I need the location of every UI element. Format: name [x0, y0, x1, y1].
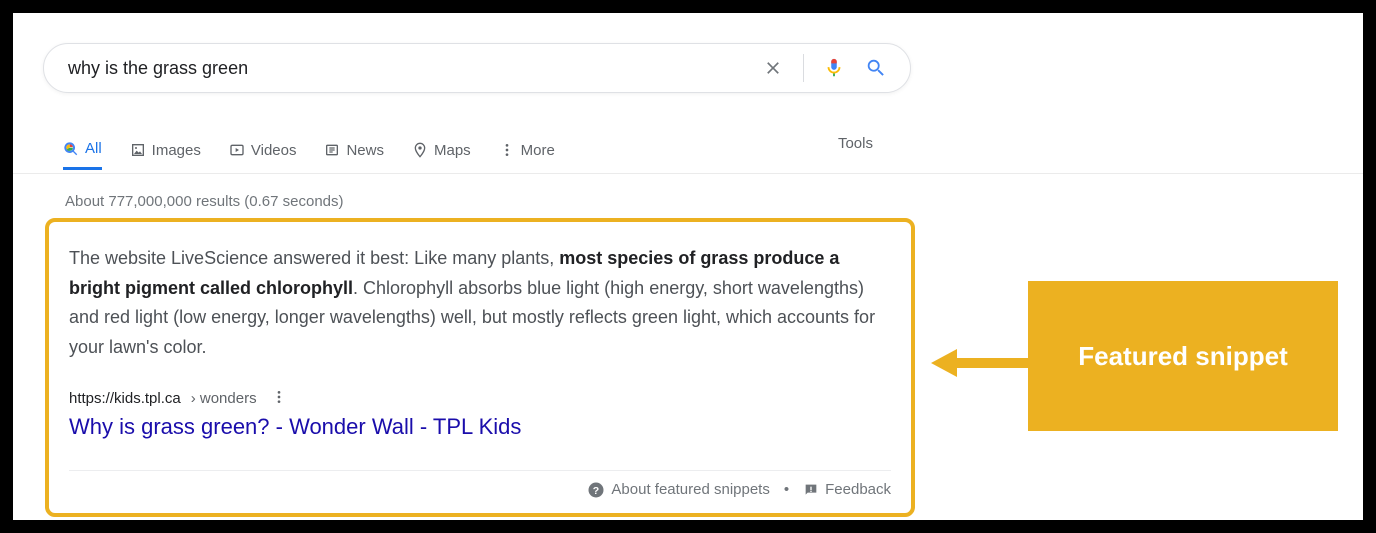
- result-stats: About 777,000,000 results (0.67 seconds): [65, 193, 344, 210]
- tab-maps[interactable]: Maps: [412, 142, 471, 169]
- snippet-footer: ? About featured snippets • Feedback: [69, 470, 891, 499]
- image-icon: [130, 142, 146, 158]
- annotation-arrow-icon: [931, 343, 1031, 383]
- snippet-text-pre: The website LiveScience answered it best…: [69, 248, 559, 268]
- about-label: About featured snippets: [611, 481, 769, 498]
- result-title-link[interactable]: Why is grass green? - Wonder Wall - TPL …: [69, 414, 891, 440]
- tools-button[interactable]: Tools: [838, 135, 873, 152]
- tab-label: Images: [152, 142, 201, 159]
- voice-search-button[interactable]: [816, 50, 852, 86]
- mic-icon: [823, 57, 845, 79]
- separator-dot: •: [784, 481, 789, 498]
- close-icon: [763, 58, 783, 78]
- search-button[interactable]: [858, 50, 894, 86]
- tab-label: Maps: [434, 142, 471, 159]
- cite-path: › wonders: [191, 390, 257, 407]
- more-vert-icon: [271, 389, 287, 405]
- page: All Images Videos News Maps More Tools A…: [13, 13, 1363, 520]
- help-icon: ?: [587, 481, 605, 499]
- about-featured-snippets-link[interactable]: ? About featured snippets: [587, 481, 769, 499]
- snippet-text: The website LiveScience answered it best…: [69, 244, 891, 363]
- search-input[interactable]: [66, 57, 755, 80]
- clear-button[interactable]: [755, 50, 791, 86]
- news-icon: [324, 142, 340, 158]
- tab-label: More: [521, 142, 555, 159]
- result-cite: https://kids.tpl.ca › wonders: [69, 389, 891, 408]
- search-bar-controls: [755, 50, 894, 86]
- tabs-row: All Images Videos News Maps More Tools: [63, 135, 1363, 175]
- search-bar: [43, 43, 911, 93]
- tab-label: All: [85, 140, 102, 157]
- separator: [803, 54, 804, 82]
- svg-text:?: ?: [593, 485, 599, 497]
- search-icon: [865, 57, 887, 79]
- map-pin-icon: [412, 142, 428, 158]
- tools-label: Tools: [838, 135, 873, 152]
- annotation-callout: Featured snippet: [1028, 281, 1338, 431]
- feedback-icon: [803, 482, 819, 498]
- feedback-label: Feedback: [825, 481, 891, 498]
- tab-videos[interactable]: Videos: [229, 142, 297, 169]
- more-vert-icon: [499, 142, 515, 158]
- tab-all[interactable]: All: [63, 140, 102, 170]
- search-icon: [63, 141, 79, 157]
- annotation-label: Featured snippet: [1078, 341, 1287, 372]
- divider: [13, 173, 1363, 174]
- tab-label: Videos: [251, 142, 297, 159]
- video-icon: [229, 142, 245, 158]
- featured-snippet: The website LiveScience answered it best…: [45, 218, 915, 517]
- cite-domain: https://kids.tpl.ca: [69, 390, 181, 407]
- tab-images[interactable]: Images: [130, 142, 201, 169]
- result-menu-button[interactable]: [267, 389, 291, 408]
- tab-news[interactable]: News: [324, 142, 384, 169]
- tab-label: News: [346, 142, 384, 159]
- feedback-link[interactable]: Feedback: [803, 481, 891, 498]
- tab-more[interactable]: More: [499, 142, 555, 169]
